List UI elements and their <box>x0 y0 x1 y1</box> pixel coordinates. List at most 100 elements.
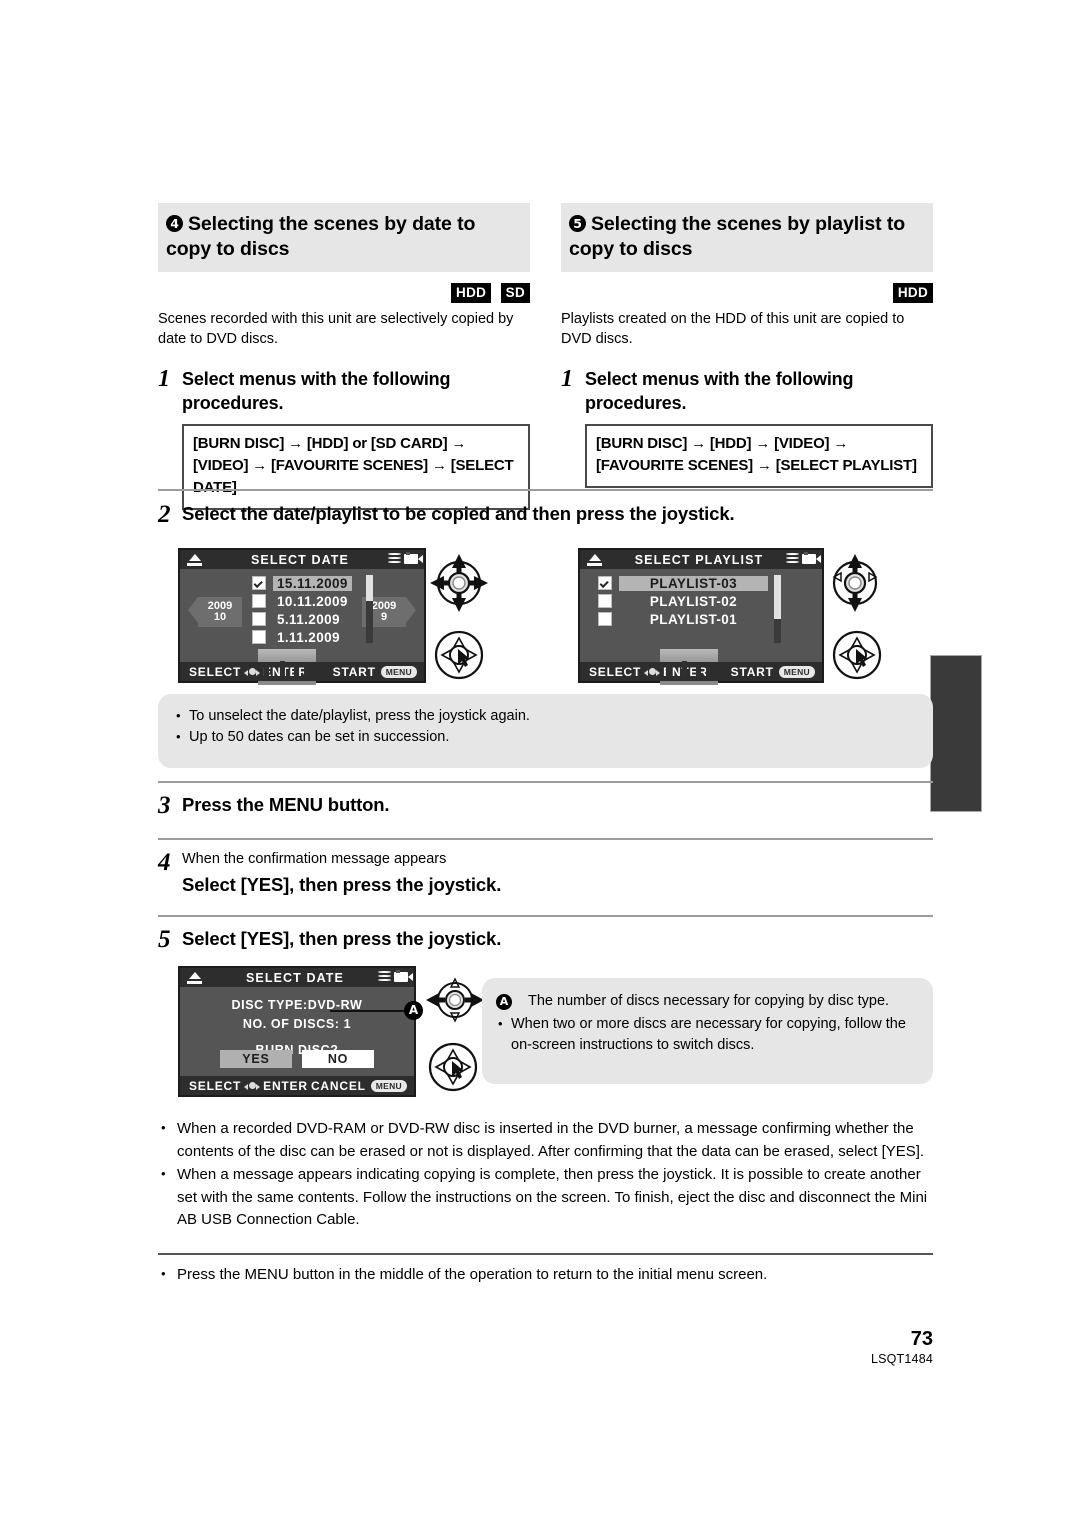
no-button[interactable]: NO <box>302 1050 374 1068</box>
step-number: 1 <box>158 366 170 392</box>
note-bullet: To unselect the date/playlist, press the… <box>174 705 933 727</box>
yes-button[interactable]: YES <box>220 1050 292 1068</box>
section-title: Selecting the scenes by playlist to copy… <box>569 213 906 260</box>
footer-enter-label: ENTER <box>263 664 308 679</box>
lcd-title-bar: SELECT DATE <box>180 968 414 987</box>
list-item[interactable]: PLAYLIST-01 <box>598 611 768 627</box>
eject-icon <box>587 553 602 566</box>
step-number: 3 <box>158 792 171 819</box>
step-4-subtext: When the confirmation message appears <box>182 851 447 867</box>
menu-button-pill: MENU <box>778 665 815 678</box>
callout-a-marker: A <box>404 1001 423 1020</box>
bullet-item: When a message appears indicating copyin… <box>158 1163 938 1232</box>
badge-hdd: HDD <box>892 283 933 303</box>
list-item[interactable]: 1.11.2009 <box>252 629 362 645</box>
section-5-column: 5 Selecting the scenes by playlist to cop… <box>561 203 933 488</box>
joystick-4way-icon <box>428 552 490 619</box>
lcd-mode-icons <box>786 551 821 564</box>
note-bullet: Up to 50 dates can be set in succession. <box>174 726 933 748</box>
step-text: Select menus with the following procedur… <box>182 369 451 413</box>
footer-select-label: SELECT <box>589 664 642 679</box>
step-2: 2 Select the date/playlist to be copied … <box>158 502 938 527</box>
joystick-press-icon <box>832 630 882 685</box>
list-item[interactable]: 5.11.2009 <box>252 611 362 627</box>
lcd-select-playlist: SELECT PLAYLIST PLAYLIST-03 PLAYLIST-02 … <box>578 548 824 685</box>
footer-select-label: SELECT <box>189 1078 242 1093</box>
badge-sd: SD <box>500 283 530 303</box>
list-item-label: PLAYLIST-03 <box>619 575 768 591</box>
joystick-mini-icon <box>244 1080 261 1091</box>
lcd-select-date: SELECT DATE 2009 10 2009 9 15.11.2009 10… <box>178 548 426 685</box>
list-item-label: 1.11.2009 <box>277 629 340 645</box>
bullet-item: When a recorded DVD-RAM or DVD-RW disc i… <box>158 1117 938 1163</box>
step-number: 1 <box>561 366 573 392</box>
step-4: 4 When the confirmation message appears … <box>158 850 938 897</box>
final-bullet-list: Press the MENU button in the middle of t… <box>158 1263 938 1288</box>
note-a-text: The number of discs necessary for copyin… <box>528 993 890 1009</box>
step-number: 5 <box>158 926 171 953</box>
checkbox-icon[interactable] <box>252 612 266 626</box>
list-item-label: 15.11.2009 <box>273 575 352 591</box>
section-4-media-badges: HDD SD <box>158 283 530 305</box>
list-item-label: PLAYLIST-02 <box>649 593 738 609</box>
list-item[interactable]: PLAYLIST-02 <box>598 593 768 609</box>
list-item[interactable]: PLAYLIST-03 <box>598 575 768 591</box>
list-item[interactable]: 10.11.2009 <box>252 593 362 609</box>
checkbox-checked-icon[interactable] <box>252 576 266 590</box>
step-number: 2 <box>158 501 171 528</box>
checkbox-checked-icon[interactable] <box>598 576 612 590</box>
note-a-item: A The number of discs necessary for copy… <box>496 991 917 1012</box>
menu-button-pill: MENU <box>380 665 417 678</box>
lcd-mode-icons <box>388 551 423 564</box>
lcd-body: PLAYLIST-03 PLAYLIST-02 PLAYLIST-01 <box>580 569 822 685</box>
lcd-dialog-body: DISC TYPE:DVD-RW NO. OF DISCS: 1 BURN DI… <box>180 987 414 1076</box>
step-3: 3 Press the MENU button. <box>158 793 938 818</box>
prev-month-label: 10 <box>213 611 227 623</box>
divider-above-step-4 <box>158 838 933 840</box>
note-box-top: To unselect the date/playlist, press the… <box>158 694 933 768</box>
list-item-label: 10.11.2009 <box>277 593 348 609</box>
prev-month-button[interactable]: 2009 10 <box>198 597 242 627</box>
checkbox-icon[interactable] <box>598 594 612 608</box>
lcd-footer-bar: SELECT ENTER START MENU <box>180 662 424 681</box>
scrollbar[interactable] <box>774 575 781 643</box>
joystick-mini-icon <box>244 666 261 677</box>
footer-enter-label: ENTER <box>263 1078 308 1093</box>
page-number: 73 <box>910 1328 933 1350</box>
section-number-badge: 5 <box>569 215 586 232</box>
section-5-intro: Playlists created on the HDD of this uni… <box>561 311 905 347</box>
divider-above-final-note <box>158 1253 933 1255</box>
divider-above-step-3 <box>158 781 933 783</box>
disc-stack-icon <box>378 971 391 982</box>
step-5: 5 Select [YES], then press the joystick. <box>158 927 938 952</box>
camcorder-icon <box>394 969 413 982</box>
lcd-title-bar: SELECT DATE <box>180 550 424 569</box>
lcd-footer-bar: SELECT ENTER CANCEL MENU <box>180 1076 414 1095</box>
lcd-mode-icons <box>378 969 413 982</box>
eject-icon <box>187 971 202 984</box>
disc-stack-icon <box>786 553 799 564</box>
step-text: Select the date/playlist to be copied an… <box>182 503 735 524</box>
lcd-title-bar: SELECT PLAYLIST <box>580 550 822 569</box>
lcd-burn-disc-confirm: SELECT DATE DISC TYPE:DVD-RW NO. OF DISC… <box>178 966 416 1097</box>
bottom-bullet-list: When a recorded DVD-RAM or DVD-RW disc i… <box>158 1117 938 1233</box>
section-4-column: 4 Selecting the scenes by date to copy to… <box>158 203 530 510</box>
step-number: 4 <box>158 849 171 876</box>
section-4-step-1: 1 Select menus with the following proced… <box>158 367 530 415</box>
joystick-press-icon <box>428 1042 478 1097</box>
list-item[interactable]: 15.11.2009 <box>252 575 362 591</box>
checkbox-icon[interactable] <box>252 594 266 608</box>
note-box-disc-count: A The number of discs necessary for copy… <box>482 978 933 1084</box>
prev-month-arrow[interactable] <box>188 597 198 623</box>
camcorder-icon <box>404 551 423 564</box>
next-month-arrow[interactable] <box>406 597 416 623</box>
section-title: Selecting the scenes by date to copy to … <box>166 213 476 260</box>
eject-icon <box>187 553 202 566</box>
scrollbar[interactable] <box>366 575 373 643</box>
playlist-list: PLAYLIST-03 PLAYLIST-02 PLAYLIST-01 <box>598 575 768 629</box>
checkbox-icon[interactable] <box>252 630 266 644</box>
checkbox-icon[interactable] <box>598 612 612 626</box>
camcorder-icon <box>802 551 821 564</box>
manual-page: 4 Selecting the scenes by date to copy to… <box>0 0 1080 1526</box>
step-text: Select [YES], then press the joystick. <box>182 928 502 949</box>
